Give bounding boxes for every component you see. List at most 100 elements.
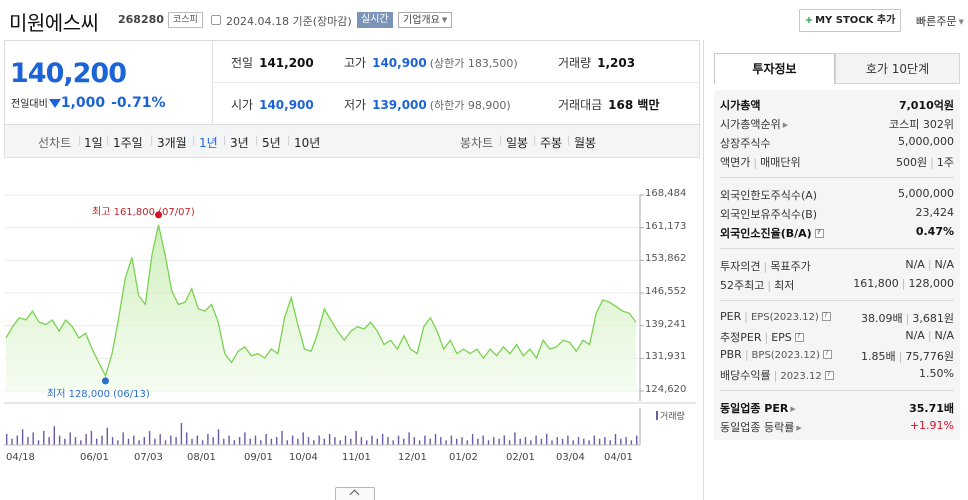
price-change: 전일대비 1,000 -0.71% [11, 95, 166, 111]
info-per-eps: PER|EPS(2023.12)38.09배|3,681원 [720, 310, 954, 326]
volume-bar [53, 426, 55, 445]
candle-daily[interactable]: 일봉 [506, 134, 528, 151]
collapse-chart-button[interactable] [335, 487, 375, 500]
quote-row: 시가 140,900 저가 139,000 (하한가 98,900) 거래대금 168 … [213, 83, 700, 125]
x-tick-label: 04/18 [6, 452, 35, 463]
y-tick-label: 161,173 [645, 220, 687, 232]
volume-bar [180, 423, 183, 445]
volume-bar [276, 437, 278, 445]
volume-bar [96, 438, 98, 445]
volume-bar [32, 432, 34, 445]
volume-bar [387, 437, 389, 445]
volume-bar [80, 440, 82, 445]
period-5y[interactable]: 5년 [262, 134, 281, 151]
volume-bar [323, 438, 325, 445]
period-3y[interactable]: 3년 [230, 134, 249, 151]
help-icon[interactable] [824, 370, 834, 380]
caret-right-icon: ▶ [790, 405, 796, 413]
volume-bar [138, 440, 140, 445]
volume-bar [58, 435, 61, 445]
volume-bar [609, 440, 611, 445]
volume-bar [43, 430, 45, 445]
stock-header: 미원에스씨 268280 코스피 2024.04.18 기준(장마감) 실시간 … [0, 0, 968, 40]
period-selector: 선차트 | 1일 | 1주일 | 3개월 | 1년 | 3년 | 5년 | 10… [4, 125, 700, 158]
volume-bar [238, 437, 241, 445]
info-market-cap: 시가총액 7,010억원 [720, 99, 954, 112]
volume-bar [636, 435, 638, 445]
volume-bar [260, 440, 262, 445]
y-tick-label: 124,620 [645, 384, 687, 395]
volume-bar [540, 438, 543, 445]
info-sector-per[interactable]: 동일업종 PER ▶ 35.71배 [720, 400, 954, 416]
candle-monthly[interactable]: 월봉 [574, 134, 596, 151]
volume-bar [122, 432, 124, 445]
volume-bar [170, 435, 172, 445]
divider [720, 390, 954, 391]
company-overview-label: 기업개요 [403, 15, 440, 26]
add-my-stock-button[interactable]: + MY STOCK 추가 [799, 9, 901, 32]
volume-bar [286, 440, 288, 445]
help-icon[interactable] [794, 332, 804, 342]
change-label: 전일대비 [11, 99, 48, 110]
volume-bar [297, 438, 299, 445]
volume-bar [503, 435, 505, 445]
volume-bar [186, 432, 188, 445]
volume-bar [233, 440, 235, 445]
tab-investment-info[interactable]: 투자정보 [714, 53, 835, 84]
caret-down-icon: ▼ [958, 18, 964, 26]
x-tick-label: 11/01 [342, 452, 371, 463]
volume-bar [376, 438, 378, 445]
tab-order-book[interactable]: 호가 10단계 [835, 53, 960, 84]
volume-bar [366, 440, 368, 445]
quick-order-dropdown[interactable]: 빠른주문 ▼ [916, 13, 964, 29]
info-market-cap-rank[interactable]: 시가총액순위 ▶ 코스피 302위 [720, 116, 954, 132]
period-1w[interactable]: 1주일 [113, 134, 143, 151]
volume-bar [440, 437, 442, 445]
period-1y[interactable]: 1년 [199, 134, 218, 151]
help-icon[interactable] [822, 349, 832, 359]
period-10y[interactable]: 10년 [294, 134, 320, 151]
info-sector-change[interactable]: 동일업종 등락률 ▶ +1.91% [720, 419, 954, 435]
company-overview-dropdown[interactable]: 기업개요 ▼ [398, 12, 453, 28]
help-icon[interactable] [814, 228, 824, 238]
volume-bar [429, 438, 431, 445]
period-3m[interactable]: 3개월 [157, 134, 187, 151]
high-annotation: 최고 161,800 (07/07) [92, 207, 195, 218]
volume-bar [482, 435, 484, 445]
volume-bar [85, 434, 87, 445]
volume-bar [514, 432, 516, 445]
day-high: 고가 140,900 (상한가 183,500) [344, 56, 518, 70]
volume-bar [37, 440, 40, 445]
price-chart[interactable]: 168,484 161,173 153,862 146,552 139,241 131,9… [0, 158, 700, 500]
volume-bar [519, 438, 521, 445]
realtime-button[interactable]: 실시간 [357, 12, 393, 28]
quote-row: 전일 141,200 고가 140,900 (상한가 183,500) 거래량 1,20… [213, 41, 700, 83]
volume-bar [223, 438, 225, 445]
stock-code: 268280 [118, 13, 164, 26]
change-value: 1,000 [60, 95, 106, 111]
volume-bar [281, 430, 283, 445]
period-1d[interactable]: 1일 [84, 134, 103, 151]
volume-bar [392, 440, 394, 445]
volume-bar [535, 435, 537, 445]
price-summary: 140,200 전일대비 1,000 -0.71% 전일 141,200 고가 140,… [4, 40, 700, 125]
volume-bar [371, 435, 373, 445]
volume-swatch [656, 411, 658, 420]
volume-bar [318, 435, 320, 445]
candle-weekly[interactable]: 주봉 [540, 134, 562, 151]
volume-bar [154, 438, 156, 445]
volume-bar [614, 434, 617, 445]
volume-bar [355, 430, 357, 445]
x-tick-label: 07/03 [134, 452, 163, 463]
help-icon[interactable] [821, 311, 831, 321]
low-marker [101, 377, 109, 385]
volume-bar [328, 434, 331, 445]
info-opinion-target: 투자의견 | 목표주가 N/A | N/A [720, 258, 954, 273]
x-tick-label: 04/01 [604, 452, 633, 463]
volume-bar [413, 437, 415, 445]
plus-icon: + [804, 15, 814, 26]
volume-bar [127, 438, 130, 445]
volume-bar [498, 438, 500, 445]
trade-amount: 거래대금 168 백만 [558, 98, 660, 112]
volume-bar [593, 435, 595, 445]
